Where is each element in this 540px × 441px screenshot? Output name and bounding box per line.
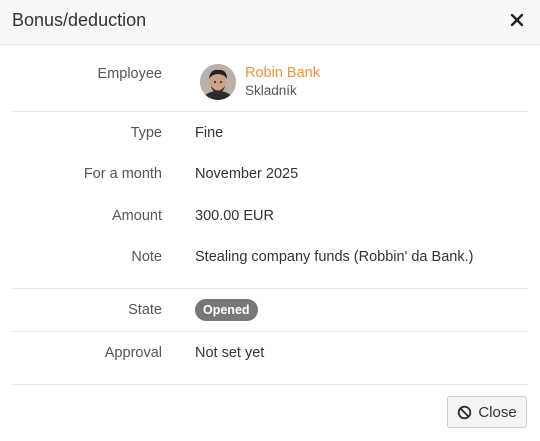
ban-icon [457,405,472,420]
close-button[interactable]: Close [447,396,527,428]
amount-label: Amount [112,208,162,224]
close-icon[interactable] [510,11,524,29]
divider [12,384,528,385]
status-badge: Opened [195,299,258,321]
avatar [200,64,236,100]
type-value: Fine [195,125,224,141]
amount-value: 300.00 EUR [195,208,274,224]
approval-label: Approval [104,345,162,361]
dialog-header: Bonus/deduction [0,0,540,45]
divider [12,111,528,112]
approval-value: Not set yet [195,345,265,361]
employee-role: Skladník [245,83,297,98]
type-label: Type [130,125,162,141]
month-label: For a month [83,166,162,182]
divider [12,288,528,289]
employee-label: Employee [97,66,162,82]
divider [12,331,528,332]
employee-name-link[interactable]: Robin Bank [245,65,320,81]
close-button-label: Close [478,403,517,421]
bonus-deduction-dialog: Bonus/deduction Employee Robin Bank Skla… [0,0,540,441]
month-value: November 2025 [195,166,299,182]
state-label: State [128,302,162,318]
dialog-title: Bonus/deduction [12,10,147,30]
note-value: Stealing company funds (Robbin' da Bank.… [195,249,474,265]
note-label: Note [131,249,162,265]
